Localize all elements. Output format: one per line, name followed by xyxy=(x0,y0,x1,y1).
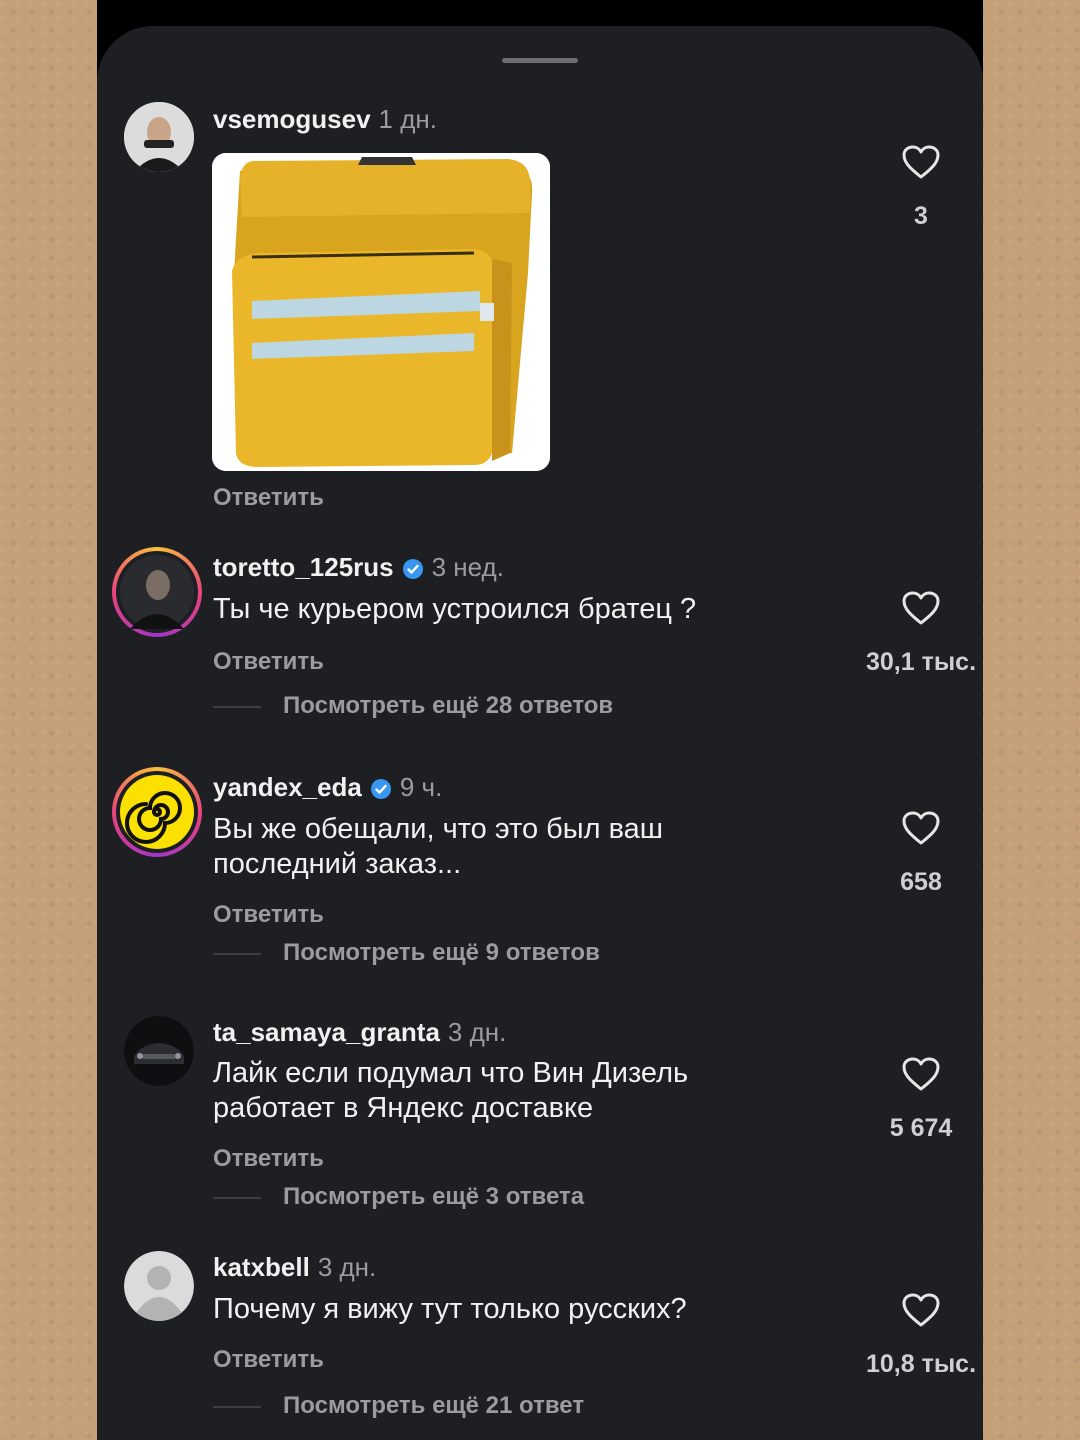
divider xyxy=(213,705,261,708)
heart-icon[interactable] xyxy=(901,1292,941,1328)
comment-time: 9 ч. xyxy=(399,772,443,802)
divider xyxy=(213,1196,261,1199)
view-replies-button[interactable]: Посмотреть ещё 21 ответ xyxy=(213,1392,584,1420)
reply-button[interactable]: Ответить xyxy=(213,484,324,512)
reply-button[interactable]: Ответить xyxy=(213,1346,324,1374)
like-count: 658 xyxy=(900,868,942,896)
comments-sheet: vsemogusev 1 дн. Ответить 3 toretto_125r… xyxy=(97,26,983,1440)
like-count: 5 674 xyxy=(889,1114,953,1142)
drag-handle-icon[interactable] xyxy=(502,58,578,63)
avatar xyxy=(120,555,194,629)
comment-time: 3 дн. xyxy=(317,1252,377,1282)
comment-time: 3 дн. xyxy=(447,1017,507,1047)
comment-username[interactable]: katxbell 3 дн. xyxy=(213,1252,376,1283)
view-replies-button[interactable]: Посмотреть ещё 28 ответов xyxy=(213,692,613,720)
avatar-story-ring[interactable] xyxy=(112,547,202,637)
comment-text: Вы же обещали, что это был ваш последний… xyxy=(213,813,664,880)
comment-username[interactable]: yandex_eda 9 ч. xyxy=(213,772,442,803)
reply-button[interactable]: Ответить xyxy=(213,901,324,929)
comment-text: Почему я вижу тут только русских? xyxy=(213,1293,687,1325)
avatar xyxy=(120,775,194,849)
reply-button[interactable]: Ответить xyxy=(213,648,324,676)
verified-badge-icon xyxy=(402,559,423,580)
phone-frame: vsemogusev 1 дн. Ответить 3 toretto_125r… xyxy=(97,0,983,1440)
divider xyxy=(213,1405,261,1408)
comment-text: Лайк если подумал что Вин Дизель работае… xyxy=(213,1057,689,1124)
heart-icon[interactable] xyxy=(901,1056,941,1092)
avatar[interactable] xyxy=(124,102,194,172)
heart-icon[interactable] xyxy=(901,590,941,626)
view-replies-button[interactable]: Посмотреть ещё 3 ответа xyxy=(213,1183,584,1211)
avatar[interactable] xyxy=(124,1016,194,1086)
comment-image-backpack[interactable] xyxy=(212,153,550,471)
divider xyxy=(213,952,261,955)
view-replies-button[interactable]: Посмотреть ещё 9 ответов xyxy=(213,939,600,967)
comment-text: Ты че курьером устроился братец ? xyxy=(213,593,697,625)
comment-time: 3 нед. xyxy=(431,552,504,582)
comment-username[interactable]: vsemogusev 1 дн. xyxy=(213,104,437,135)
like-count: 3 xyxy=(914,202,928,230)
avatar-icon[interactable] xyxy=(124,1251,194,1321)
comment-time: 1 дн. xyxy=(378,104,437,134)
like-count: 30,1 тыс. xyxy=(865,648,977,676)
comment-username[interactable]: toretto_125rus 3 нед. xyxy=(213,552,504,583)
verified-badge-icon xyxy=(370,779,391,800)
heart-icon[interactable] xyxy=(901,810,941,846)
like-count: 10,8 тыс. xyxy=(865,1350,977,1378)
comment-username[interactable]: ta_samaya_granta 3 дн. xyxy=(213,1017,506,1048)
reply-button[interactable]: Ответить xyxy=(213,1145,324,1173)
heart-icon[interactable] xyxy=(901,144,941,180)
avatar-story-ring[interactable] xyxy=(112,767,202,857)
